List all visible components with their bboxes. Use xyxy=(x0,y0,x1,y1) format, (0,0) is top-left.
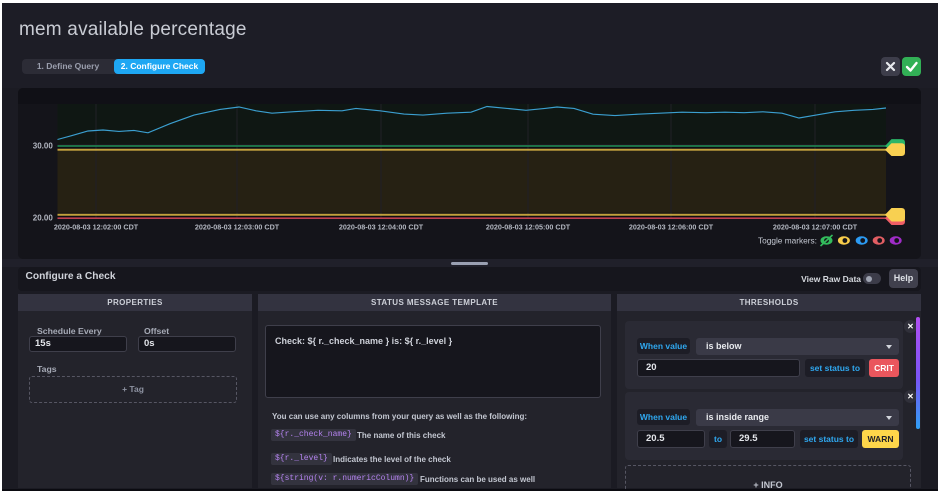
svg-text:20.00: 20.00 xyxy=(33,214,54,223)
svg-text:2020-08-03 12:06:00 CDT: 2020-08-03 12:06:00 CDT xyxy=(629,223,714,232)
svg-text:2020-08-03 12:04:00 CDT: 2020-08-03 12:04:00 CDT xyxy=(339,223,424,232)
svg-text:2020-08-03 12:07:00 CDT: 2020-08-03 12:07:00 CDT xyxy=(773,223,858,232)
svg-text:Toggle markers:: Toggle markers: xyxy=(758,236,817,246)
svg-text:30.00: 30.00 xyxy=(33,141,54,150)
svg-text:2020-08-03 12:03:00 CDT: 2020-08-03 12:03:00 CDT xyxy=(195,223,280,232)
svg-text:2020-08-03 12:05:00 CDT: 2020-08-03 12:05:00 CDT xyxy=(486,223,571,232)
svg-text:2020-08-03 12:02:00 CDT: 2020-08-03 12:02:00 CDT xyxy=(54,223,139,232)
